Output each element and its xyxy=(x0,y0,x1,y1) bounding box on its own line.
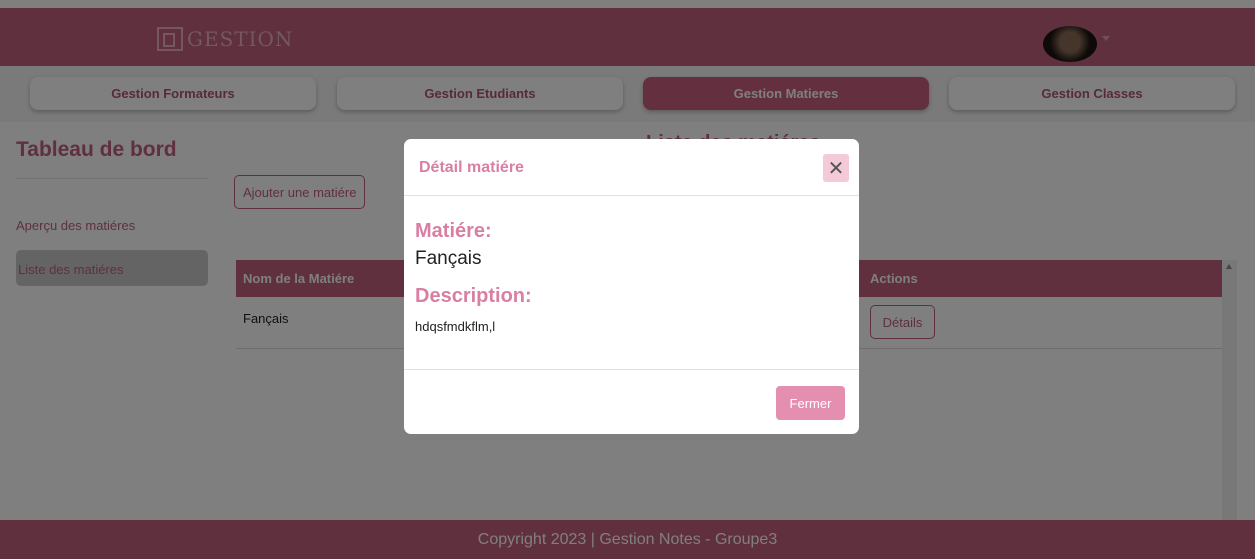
description-label: Description: xyxy=(415,285,532,307)
subject-detail-modal: Détail matiére ✕ Matiére: Fançais Descri… xyxy=(404,139,859,434)
subject-label: Matiére: xyxy=(415,220,492,242)
modal-title: Détail matiére xyxy=(419,159,524,176)
description-value: hdqsfmdkflm,l xyxy=(415,319,496,334)
close-button[interactable]: Fermer xyxy=(776,386,845,420)
close-icon[interactable]: ✕ xyxy=(823,154,849,182)
modal-header: Détail matiére ✕ xyxy=(404,139,859,196)
modal-footer: Fermer xyxy=(404,369,859,434)
subject-value: Fançais xyxy=(415,248,482,269)
modal-body: Matiére: Fançais Description: hdqsfmdkfl… xyxy=(404,196,859,369)
